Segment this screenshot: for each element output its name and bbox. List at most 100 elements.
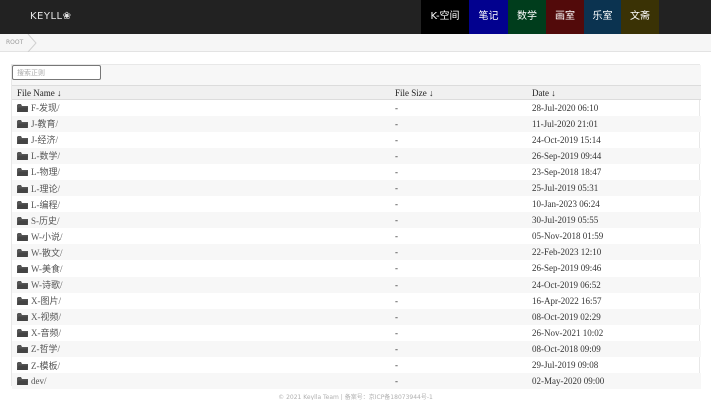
file-name-link[interactable]: L-编程/ xyxy=(31,200,60,210)
folder-icon xyxy=(17,248,28,257)
file-date-cell: 16-Apr-2022 16:57 xyxy=(532,295,602,306)
file-date-cell: 29-Jul-2019 09:08 xyxy=(532,360,599,371)
file-name-link[interactable]: J-教育/ xyxy=(31,119,58,129)
breadcrumb-bar: ROOT xyxy=(0,34,711,52)
file-date-cell: 26-Sep-2019 09:46 xyxy=(532,263,602,274)
table-row[interactable]: W-散文/ -22-Feb-2023 12:10 xyxy=(12,244,701,261)
file-date-cell: 25-Jul-2019 05:31 xyxy=(527,179,701,197)
file-name-link[interactable]: X-视频/ xyxy=(31,312,61,322)
file-name-link[interactable]: dev/ xyxy=(31,376,47,386)
footer: © 2021 Keylla Team | 备案号：京ICP备18073944号-… xyxy=(278,394,433,400)
file-date-cell: 08-Oct-2018 09:09 xyxy=(527,340,701,357)
table-row[interactable]: Z-哲学/ -08-Oct-2018 09:09 xyxy=(12,340,701,357)
table-row[interactable]: J-教育/ -11-Jul-2020 21:01 xyxy=(12,115,701,132)
file-size-cell: - xyxy=(390,276,527,293)
file-name-cell[interactable]: dev/ xyxy=(12,373,390,390)
file-name-cell[interactable]: S-历史/ xyxy=(12,212,390,229)
file-name-cell[interactable]: J-教育/ xyxy=(12,115,390,132)
file-name-cell[interactable]: Z-模板/ xyxy=(12,357,390,373)
file-date-cell: 26-Nov-2021 10:02 xyxy=(532,327,604,338)
file-name-cell[interactable]: L-编程/ xyxy=(12,196,390,212)
table-row[interactable]: X-视频/ -08-Oct-2019 02:29 xyxy=(12,308,701,325)
file-name-cell[interactable]: W-诗歌/ xyxy=(12,276,390,293)
file-name-cell[interactable]: F-发现/ xyxy=(12,100,390,116)
file-size-cell: - xyxy=(395,360,398,371)
folder-icon xyxy=(17,329,28,338)
file-table-body: F-发现/-28-Jul-2020 06:10 J-教育/-11-Jul-2020… xyxy=(12,100,701,390)
folder-icon xyxy=(17,313,28,322)
folder-icon xyxy=(17,120,28,129)
file-name-link[interactable]: F-发现/ xyxy=(31,103,60,113)
search-input[interactable] xyxy=(12,65,101,80)
file-date-cell: 05-Nov-2018 01:59 xyxy=(532,231,604,242)
file-name-cell[interactable]: L-数学/ xyxy=(12,147,390,164)
file-name-link[interactable]: L-数学/ xyxy=(31,151,60,161)
table-row[interactable]: S-历史/ -30-Jul-2019 05:55 xyxy=(12,212,701,229)
nav-item-math[interactable]: 数学 xyxy=(508,0,546,34)
table-row[interactable]: W-美食/ - 26-Sep-2019 09:46 xyxy=(12,260,701,276)
file-size-cell: - xyxy=(395,134,398,145)
brand-logo[interactable]: KEYLL❀ xyxy=(30,0,72,34)
nav-item-literature[interactable]: 文斋 xyxy=(621,0,659,34)
nav-item-k-space[interactable]: K-空间 xyxy=(421,0,469,34)
nav-item-notes[interactable]: 笔记 xyxy=(469,0,508,34)
folder-icon xyxy=(17,168,28,177)
header-date[interactable]: Date ↓ xyxy=(527,85,701,100)
file-name-cell[interactable]: X-视频/ xyxy=(12,308,390,325)
table-row[interactable]: X-图片/ - 16-Apr-2022 16:57 xyxy=(12,293,701,309)
file-date-cell: 22-Feb-2023 12:10 xyxy=(527,244,701,261)
file-name-link[interactable]: W-散文/ xyxy=(31,248,63,258)
folder-icon xyxy=(17,345,28,354)
table-row[interactable]: dev/ -02-May-2020 09:00 xyxy=(12,373,701,390)
table-row[interactable]: W-诗歌/ -24-Oct-2019 06:52 xyxy=(12,276,701,293)
file-size-cell: - xyxy=(395,327,398,338)
table-row[interactable]: L-数学/ -26-Sep-2019 09:44 xyxy=(12,147,701,164)
folder-icon xyxy=(17,184,28,193)
file-size-cell: - xyxy=(395,295,398,306)
table-row[interactable]: F-发现/ - 28-Jul-2020 06:10 xyxy=(12,100,701,116)
table-row[interactable]: X-音频/ - 26-Nov-2021 10:02 xyxy=(12,325,701,341)
file-date-cell: 08-Oct-2019 02:29 xyxy=(527,308,701,325)
file-name-cell[interactable]: L-理论/ xyxy=(12,179,390,197)
table-row[interactable]: L-编程/ - 10-Jan-2023 06:24 xyxy=(12,196,701,212)
header-file-size[interactable]: File Size ↓ xyxy=(390,85,527,100)
table-row[interactable]: Z-模板/ - 29-Jul-2019 09:08 xyxy=(12,357,701,373)
file-name-link[interactable]: L-物理/ xyxy=(31,167,60,177)
nav-item-music[interactable]: 乐室 xyxy=(584,0,621,34)
file-size-cell: - xyxy=(395,199,398,210)
file-name-link[interactable]: S-历史/ xyxy=(31,216,60,226)
table-row[interactable]: L-理论/ -25-Jul-2019 05:31 xyxy=(12,179,701,197)
file-name-link[interactable]: W-美食/ xyxy=(31,264,63,274)
file-name-link[interactable]: X-音频/ xyxy=(31,328,61,338)
file-name-link[interactable]: J-经济/ xyxy=(31,135,58,145)
file-name-cell[interactable]: W-美食/ xyxy=(12,260,390,276)
file-name-cell[interactable]: X-图片/ xyxy=(12,293,390,309)
table-row[interactable]: W-小说/ - 05-Nov-2018 01:59 xyxy=(12,228,701,244)
file-listing-panel: File Name ↓ File Size ↓ Date ↓ F-发现/-28-… xyxy=(11,64,701,390)
file-name-link[interactable]: X-图片/ xyxy=(31,296,61,306)
file-name-link[interactable]: Z-模板/ xyxy=(31,361,60,371)
file-name-link[interactable]: L-理论/ xyxy=(31,184,60,194)
breadcrumb-root[interactable]: ROOT xyxy=(6,34,23,52)
file-name-cell[interactable]: W-小说/ xyxy=(12,228,390,244)
file-name-cell[interactable]: Z-哲学/ xyxy=(12,340,390,357)
breadcrumb-chevron-icon xyxy=(27,34,37,52)
breadcrumb[interactable]: ROOT xyxy=(0,34,40,52)
file-date-cell: 24-Oct-2019 15:14 xyxy=(532,134,601,145)
file-name-cell[interactable]: X-音频/ xyxy=(12,325,390,341)
folder-icon xyxy=(17,297,28,306)
table-row[interactable]: L-物理/ - 23-Sep-2018 18:47 xyxy=(12,164,701,180)
folder-icon xyxy=(17,216,28,225)
file-name-cell[interactable]: W-散文/ xyxy=(12,244,390,261)
nav-item-studio[interactable]: 画室 xyxy=(546,0,584,34)
header-file-name[interactable]: File Name ↓ xyxy=(12,85,390,100)
file-name-cell[interactable]: J-经济/ xyxy=(12,132,390,148)
file-name-cell[interactable]: L-物理/ xyxy=(12,164,390,180)
table-row[interactable]: J-经济/ - 24-Oct-2019 15:14 xyxy=(12,132,701,148)
file-name-link[interactable]: Z-哲学/ xyxy=(31,344,60,354)
file-name-link[interactable]: W-小说/ xyxy=(31,232,63,242)
file-size-cell: - xyxy=(395,263,398,274)
file-date-cell: 26-Sep-2019 09:44 xyxy=(527,147,701,164)
folder-icon xyxy=(17,281,28,290)
file-name-link[interactable]: W-诗歌/ xyxy=(31,280,63,290)
